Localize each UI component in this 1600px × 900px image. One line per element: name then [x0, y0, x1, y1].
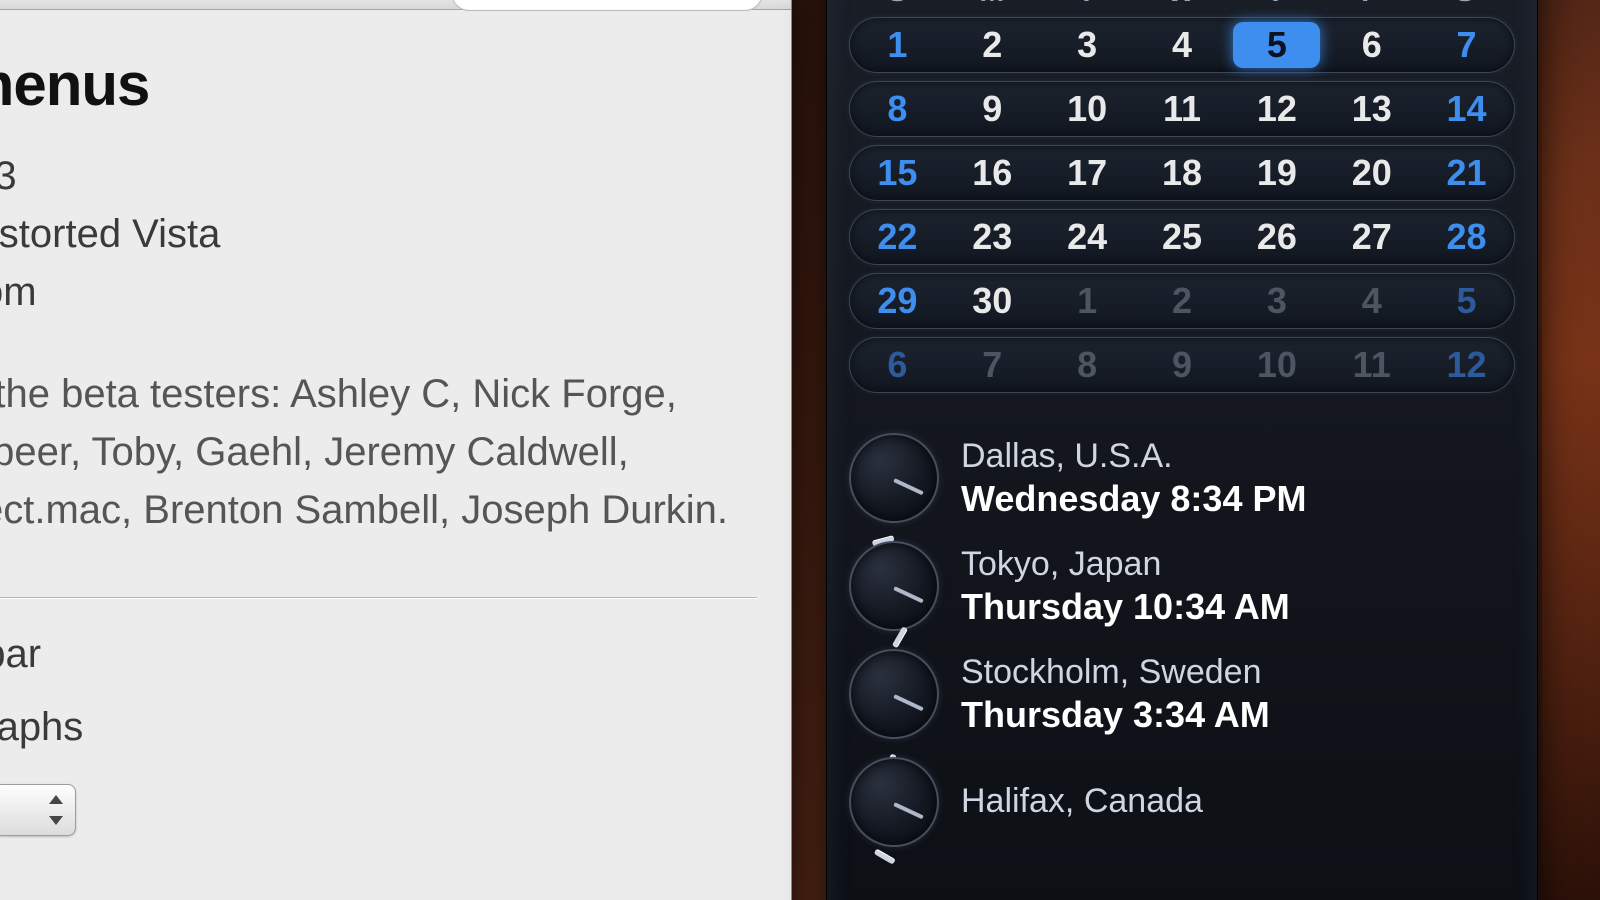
- calendar-day[interactable]: 16: [945, 146, 1040, 200]
- clock-info: Dallas, U.S.A.Wednesday 8:34 PM: [961, 437, 1306, 520]
- window-titlebar[interactable]: [0, 0, 791, 10]
- clock-info: Halifax, Canada: [961, 782, 1203, 823]
- clock-info: Tokyo, JapanThursday 10:34 AM: [961, 545, 1290, 628]
- clock-city: Dallas, U.S.A.: [961, 437, 1306, 476]
- credits-line: o the beta testers: Ashley C, Nick Forge…: [0, 365, 757, 423]
- calendar-widget[interactable]: SMTWTFS 12345678910111213141516171819202…: [827, 0, 1537, 401]
- clock-row[interactable]: Stockholm, SwedenThursday 3:34 AM: [849, 649, 1515, 739]
- calendar-day[interactable]: 11: [1135, 82, 1230, 136]
- calendar-dow: W: [1135, 0, 1230, 9]
- clock-row[interactable]: Dallas, U.S.A.Wednesday 8:34 PM: [849, 433, 1515, 523]
- calendar-day[interactable]: 23: [945, 210, 1040, 264]
- calendar-day[interactable]: 6: [850, 338, 945, 392]
- clock-dial-icon: [849, 433, 939, 523]
- calendar-day[interactable]: 13: [1324, 82, 1419, 136]
- calendar-week-row: 6789101112: [849, 337, 1515, 393]
- search-field[interactable]: [451, 0, 763, 11]
- calendar-day[interactable]: 8: [1040, 338, 1135, 392]
- clock-city: Tokyo, Japan: [961, 545, 1290, 584]
- clock-row[interactable]: Halifax, Canada: [849, 757, 1515, 847]
- calendar-day[interactable]: 4: [1324, 274, 1419, 328]
- widget-panel: SMTWTFS 12345678910111213141516171819202…: [826, 0, 1538, 900]
- calendar-dow: S: [1418, 0, 1513, 9]
- calendar-day[interactable]: 9: [945, 82, 1040, 136]
- window-body: menus 1.3 Distorted Vista com o the beta…: [0, 10, 791, 846]
- calendar-dow: T: [1229, 0, 1324, 9]
- app-site: com: [0, 263, 757, 321]
- calendar-week-row: 22232425262728: [849, 209, 1515, 265]
- wallpaper-streak: [1542, 0, 1600, 900]
- credits-line: labeer, Toby, Gaehl, Jeremy Caldwell,: [0, 423, 757, 481]
- calendar-day[interactable]: 10: [1040, 82, 1135, 136]
- calendar-day[interactable]: 21: [1419, 146, 1514, 200]
- clock-time: Wednesday 8:34 PM: [961, 478, 1306, 520]
- calendar-day[interactable]: 7: [1419, 18, 1514, 72]
- dropdown[interactable]: [0, 784, 76, 836]
- calendar-day[interactable]: 18: [1135, 146, 1230, 200]
- calendar-dow: S: [851, 0, 946, 9]
- option-menubar[interactable]: ubar: [0, 632, 757, 677]
- calendar-day[interactable]: 6: [1324, 18, 1419, 72]
- calendar-day[interactable]: 3: [1040, 18, 1135, 72]
- calendar-day[interactable]: 3: [1229, 274, 1324, 328]
- calendar-day[interactable]: 22: [850, 210, 945, 264]
- calendar-weeks: 1234567891011121314151617181920212223242…: [849, 17, 1515, 393]
- calendar-week-row: 293012345: [849, 273, 1515, 329]
- calendar-day[interactable]: 9: [1135, 338, 1230, 392]
- clock-row[interactable]: Tokyo, JapanThursday 10:34 AM: [849, 541, 1515, 631]
- calendar-day[interactable]: 30: [945, 274, 1040, 328]
- calendar-day[interactable]: 28: [1419, 210, 1514, 264]
- calendar-week-row: 891011121314: [849, 81, 1515, 137]
- clock-info: Stockholm, SwedenThursday 3:34 AM: [961, 653, 1270, 736]
- stepper-arrows-icon: [45, 791, 67, 829]
- app-version: 1.3: [0, 147, 757, 205]
- calendar-day-today[interactable]: 5: [1233, 22, 1320, 68]
- about-window: menus 1.3 Distorted Vista com o the beta…: [0, 0, 792, 900]
- world-clocks: Dallas, U.S.A.Wednesday 8:34 PM Tokyo, Ja…: [827, 433, 1537, 847]
- calendar-dow: T: [1040, 0, 1135, 9]
- option-row: e: [0, 778, 757, 846]
- clock-time: Thursday 10:34 AM: [961, 586, 1290, 628]
- calendar-day[interactable]: 25: [1135, 210, 1230, 264]
- calendar-day[interactable]: 15: [850, 146, 945, 200]
- credits-line: itect.mac, Brenton Sambell, Joseph Durki…: [0, 481, 757, 539]
- calendar-day[interactable]: 5: [1419, 274, 1514, 328]
- calendar-week-row: 15161718192021: [849, 145, 1515, 201]
- calendar-day[interactable]: 19: [1229, 146, 1324, 200]
- calendar-day[interactable]: 29: [850, 274, 945, 328]
- option-graphs[interactable]: graphs: [0, 705, 757, 750]
- calendar-day[interactable]: 11: [1324, 338, 1419, 392]
- app-title: menus: [0, 50, 757, 119]
- calendar-day[interactable]: 26: [1229, 210, 1324, 264]
- clock-time: Thursday 3:34 AM: [961, 694, 1270, 736]
- clock-city: Stockholm, Sweden: [961, 653, 1270, 692]
- clock-dial-icon: [849, 649, 939, 739]
- calendar-day[interactable]: 27: [1324, 210, 1419, 264]
- calendar-week-row: 1234567: [849, 17, 1515, 73]
- calendar-day[interactable]: 10: [1229, 338, 1324, 392]
- clock-dial-icon: [849, 541, 939, 631]
- calendar-day[interactable]: 14: [1419, 82, 1514, 136]
- calendar-day[interactable]: 12: [1419, 338, 1514, 392]
- calendar-day[interactable]: 1: [850, 18, 945, 72]
- clock-dial-icon: [849, 757, 939, 847]
- calendar-dow: M: [946, 0, 1041, 9]
- calendar-day[interactable]: 4: [1135, 18, 1230, 72]
- calendar-day[interactable]: 24: [1040, 210, 1135, 264]
- calendar-day[interactable]: 2: [945, 18, 1040, 72]
- calendar-dow-row: SMTWTFS: [851, 0, 1513, 9]
- calendar-day[interactable]: 7: [945, 338, 1040, 392]
- calendar-day[interactable]: 20: [1324, 146, 1419, 200]
- calendar-dow: F: [1324, 0, 1419, 9]
- app-author: Distorted Vista: [0, 205, 757, 263]
- calendar-day[interactable]: 2: [1135, 274, 1230, 328]
- calendar-day[interactable]: 17: [1040, 146, 1135, 200]
- desktop: menus 1.3 Distorted Vista com o the beta…: [0, 0, 1600, 900]
- divider: [0, 597, 757, 598]
- calendar-day[interactable]: 1: [1040, 274, 1135, 328]
- calendar-day[interactable]: 12: [1229, 82, 1324, 136]
- calendar-day[interactable]: 8: [850, 82, 945, 136]
- credits-block: o the beta testers: Ashley C, Nick Forge…: [0, 365, 757, 539]
- clock-city: Halifax, Canada: [961, 782, 1203, 821]
